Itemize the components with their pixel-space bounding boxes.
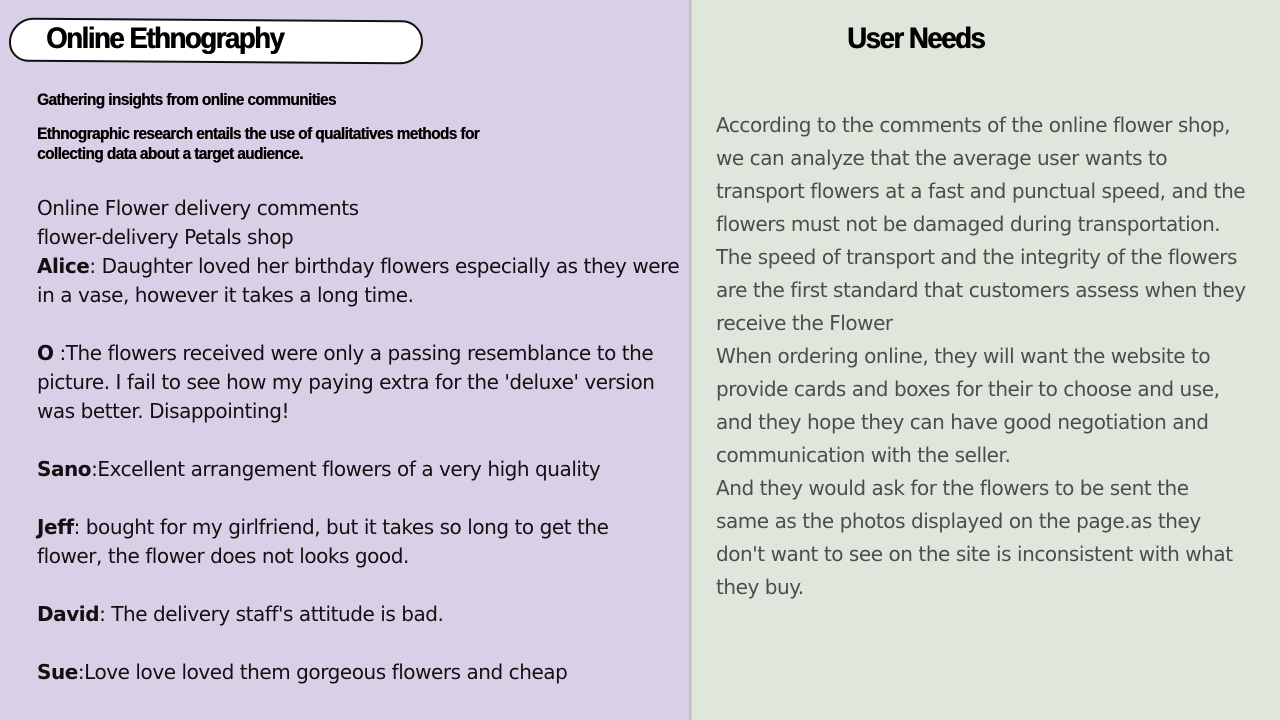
comment-author: Alice [37, 254, 90, 278]
needs-line: transport flowers at a fast and punctual… [716, 179, 1246, 203]
source-shop: flower-delivery Petals shop [37, 225, 294, 249]
needs-line: When ordering online, they will want the… [716, 344, 1211, 368]
source-title: Online Flower delivery comments [37, 196, 359, 220]
comment-text: : bought for my girlfriend, but it takes… [73, 515, 609, 539]
comment-text: in a vase, however it takes a long time. [37, 283, 414, 307]
comment-author: Jeff [37, 515, 74, 539]
user-needs-text: According to the comments of the online … [716, 109, 1276, 604]
comment-text: was better. Disappointing! [37, 399, 290, 423]
user-needs-title: User Needs [847, 22, 986, 55]
needs-line: same as the photos displayed on the page… [716, 509, 1201, 533]
needs-line: we can analyze that the average user wan… [716, 146, 1168, 170]
comment-text: :Excellent arrangement flowers of a very… [91, 457, 601, 481]
needs-line: communication with the seller. [716, 443, 1011, 467]
ethnography-description: Ethnographic research entails the use of… [37, 124, 480, 164]
needs-line: they buy. [716, 575, 804, 599]
comment-david: David: The delivery staff's attitude is … [37, 600, 687, 629]
needs-line: provide cards and boxes for their to cho… [716, 377, 1220, 401]
needs-line: According to the comments of the online … [716, 113, 1231, 137]
comment-author: Sano [37, 457, 92, 481]
comment-jeff: Jeff: bought for my girlfriend, but it t… [37, 513, 687, 542]
comment-alice: Alice: Daughter loved her birthday flowe… [37, 252, 687, 281]
description-line: Ethnographic research entails the use of… [37, 125, 480, 143]
comment-text: : The delivery staff's attitude is bad. [99, 602, 444, 626]
needs-line: are the first standard that customers as… [716, 278, 1246, 302]
comments-block: Online Flower delivery comments flower-d… [37, 194, 687, 687]
comment-author: David [37, 602, 100, 626]
comment-sue: Sue:Love love loved them gorgeous flower… [37, 658, 687, 687]
needs-line: don't want to see on the site is inconsi… [716, 542, 1233, 566]
needs-line: and they hope they can have good negotia… [716, 410, 1209, 434]
needs-line: flowers must not be damaged during trans… [716, 212, 1221, 236]
comment-sano: Sano:Excellent arrangement flowers of a … [37, 455, 687, 484]
comment-text: :The flowers received were only a passin… [53, 341, 654, 365]
comment-o: O :The flowers received were only a pass… [37, 339, 687, 368]
needs-line: And they would ask for the flowers to be… [716, 476, 1189, 500]
comment-author: Sue [37, 660, 78, 684]
comment-author: O [37, 341, 54, 365]
description-line: collecting data about a target audience. [37, 145, 303, 163]
comment-text: : Daughter loved her birthday flowers es… [89, 254, 680, 278]
comment-text: :Love love loved them gorgeous flowers a… [77, 660, 568, 684]
ethnography-subtitle: Gathering insights from online communiti… [37, 91, 336, 109]
needs-line: The speed of transport and the integrity… [716, 245, 1237, 269]
online-ethnography-title: Online Ethnography [46, 22, 285, 55]
needs-line: receive the Flower [716, 311, 893, 335]
comment-text: flower, the flower does not looks good. [37, 544, 409, 568]
comment-text: picture. I fail to see how my paying ext… [37, 370, 655, 394]
